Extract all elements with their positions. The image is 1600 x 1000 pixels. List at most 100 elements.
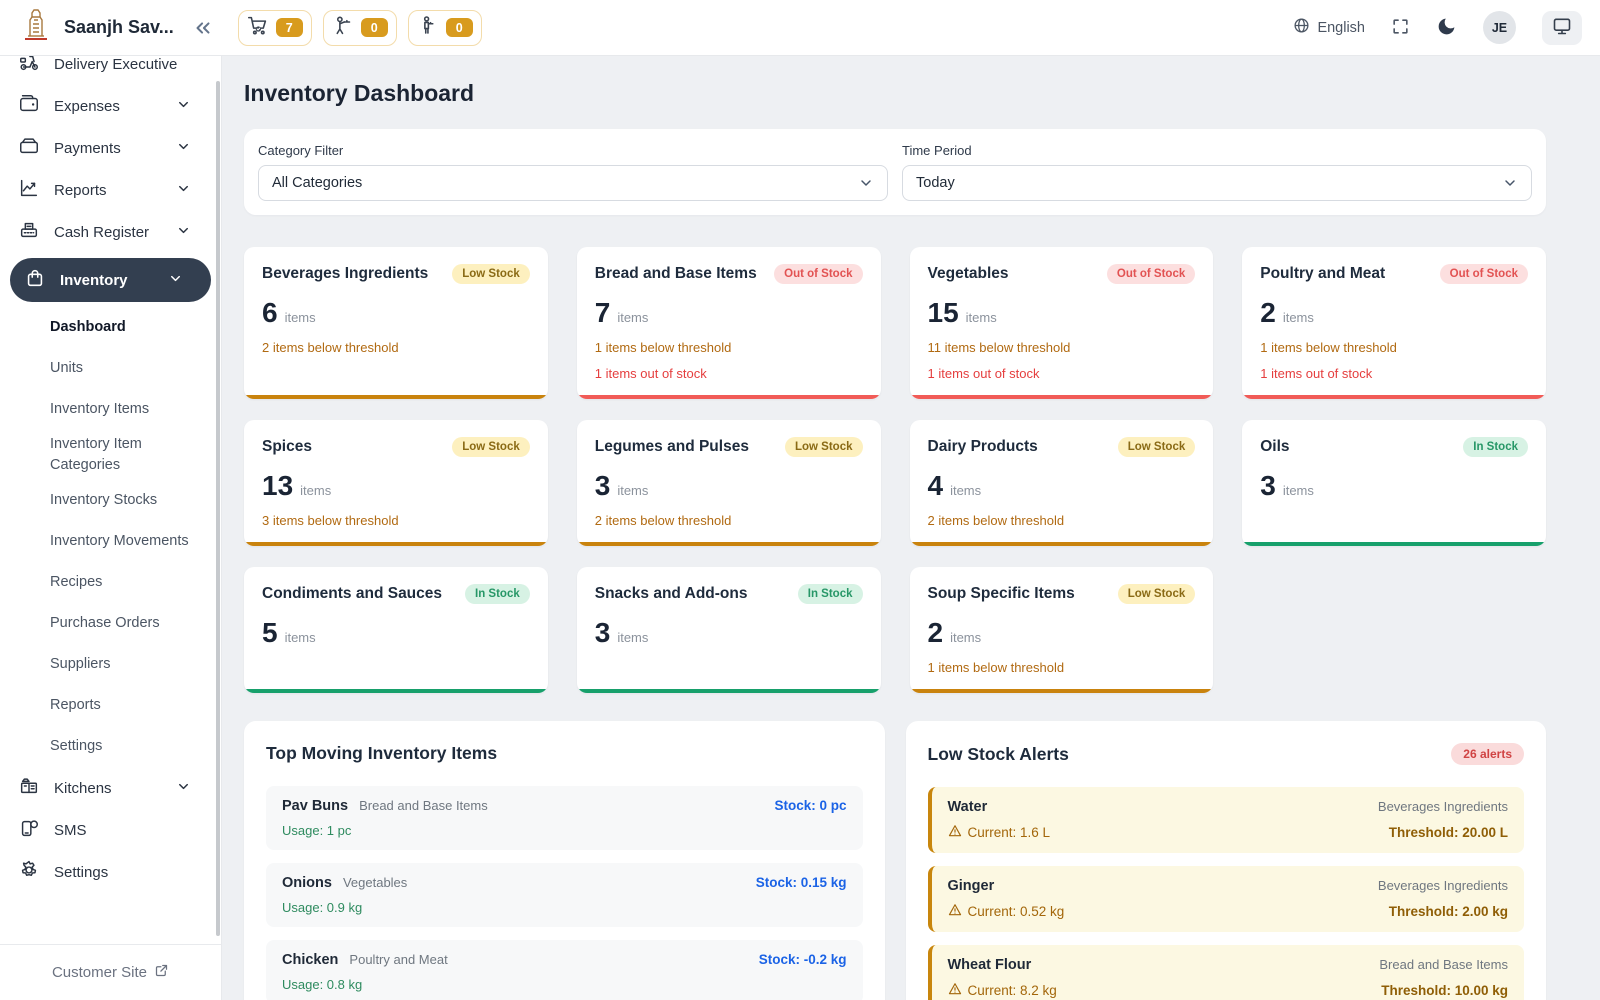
card-title: Soup Specific Items [928, 584, 1075, 603]
sidebar-collapse-icon[interactable] [192, 17, 214, 39]
item-name: Onions [282, 875, 332, 891]
sidebar-item-expenses[interactable]: Expenses [0, 85, 221, 127]
display-mode-button[interactable] [1542, 11, 1582, 45]
category-card-spices: SpicesLow Stock 13items 3 items below th… [244, 420, 548, 546]
alert-current: Current: 0.52 kg [948, 903, 1065, 920]
item-category: Poultry and Meat [349, 952, 447, 967]
alert-current: Current: 8.2 kg [948, 982, 1057, 999]
main-content: Inventory Dashboard Category Filter All … [222, 56, 1600, 1000]
sidebar-item-reports[interactable]: Reports [0, 169, 221, 211]
item-count-suffix: items [617, 630, 648, 645]
language-selector[interactable]: English [1293, 17, 1365, 38]
category-filter-group: Category Filter All Categories [258, 143, 888, 201]
header-actions: English JE [1293, 11, 1582, 45]
chevron-down-icon [176, 779, 205, 798]
time-period-value: Today [916, 175, 955, 191]
filters-card: Category Filter All Categories Time Peri… [244, 129, 1546, 215]
status-bar [1242, 542, 1546, 546]
sms-icon [18, 817, 54, 843]
item-count-suffix: items [1283, 483, 1314, 498]
header-counters: 7 0 0 [238, 10, 482, 46]
alert-threshold: Threshold: 10.00 kg [1381, 983, 1508, 998]
sidebar-item-delivery-executive[interactable]: Delivery Executive [0, 56, 221, 85]
card-title: Spices [262, 437, 312, 456]
alert-current-text: Current: 1.6 L [968, 825, 1051, 840]
item-usage: Usage: 0.9 kg [282, 900, 847, 915]
status-badge: Out of Stock [1107, 264, 1195, 284]
sidebar-subitem-recipes[interactable]: Recipes [0, 562, 221, 603]
sidebar-item-settings[interactable]: Settings [0, 851, 221, 893]
dark-mode-button[interactable] [1436, 16, 1457, 40]
sidebar-item-inventory[interactable]: Inventory [10, 258, 211, 302]
category-card-bread-and-base-items: Bread and Base ItemsOut of Stock 7items … [577, 247, 881, 399]
item-stock: Stock: 0.15 kg [756, 875, 847, 890]
low-stock-alerts-panel: Low Stock Alerts 26 alerts Water Beverag… [906, 721, 1547, 1000]
sidebar-scrollbar[interactable] [216, 81, 220, 936]
subitem-label: Inventory Stocks [50, 490, 157, 511]
item-category: Vegetables [343, 875, 407, 890]
list-item: Onions Vegetables Stock: 0.15 kg Usage: … [266, 863, 863, 927]
item-category: Bread and Base Items [359, 798, 488, 813]
customer-site-link[interactable]: Customer Site [0, 944, 221, 1000]
sidebar-subitem-inventory-item-categories[interactable]: Inventory Item Categories [0, 430, 221, 480]
top-moving-panel: Top Moving Inventory Items Pav Buns Brea… [244, 721, 885, 1000]
sidebar-item-label: Delivery Executive [54, 56, 177, 73]
cart-count: 7 [276, 18, 303, 37]
subitem-label: Inventory Items [50, 399, 149, 420]
sidebar-subitem-suppliers[interactable]: Suppliers [0, 644, 221, 685]
external-link-icon [154, 963, 169, 982]
out-of-stock-line: 1 items out of stock [595, 366, 863, 381]
waiter-icon [332, 15, 353, 41]
sidebar-subitem-settings[interactable]: Settings [0, 726, 221, 767]
cart-counter-button[interactable]: 7 [238, 10, 312, 46]
item-count-suffix: items [300, 483, 331, 498]
sidebar-item-cash-register[interactable]: Cash Register [0, 211, 221, 253]
sidebar-subitem-purchase-orders[interactable]: Purchase Orders [0, 603, 221, 644]
fullscreen-icon [1391, 17, 1410, 39]
category-filter-label: Category Filter [258, 143, 888, 158]
category-filter-select[interactable]: All Categories [258, 165, 888, 201]
category-card-oils: OilsIn Stock 3items [1242, 420, 1546, 546]
subitem-label: Suppliers [50, 654, 110, 675]
alert-current-text: Current: 8.2 kg [968, 983, 1057, 998]
sidebar-item-sms[interactable]: SMS [0, 809, 221, 851]
alert-name: Ginger [948, 878, 995, 894]
category-card-legumes-and-pulses: Legumes and PulsesLow Stock 3items 2 ite… [577, 420, 881, 546]
avatar[interactable]: JE [1483, 11, 1516, 44]
chevron-down-icon [176, 97, 205, 116]
waiter-counter-button[interactable]: 0 [323, 10, 397, 46]
item-count: 6 [262, 297, 278, 329]
language-label: English [1317, 20, 1365, 36]
sidebar-subitem-inventory-items[interactable]: Inventory Items [0, 389, 221, 430]
item-count: 4 [928, 470, 944, 502]
sidebar-item-payments[interactable]: Payments [0, 127, 221, 169]
alert-current: Current: 1.6 L [948, 824, 1051, 841]
app-title: Saanjh Sav... [64, 17, 174, 38]
alert-category: Beverages Ingredients [1378, 799, 1508, 814]
sidebar-item-label: Payments [54, 140, 121, 157]
item-count-suffix: items [285, 310, 316, 325]
fullscreen-button[interactable] [1391, 17, 1410, 39]
moon-icon [1436, 16, 1457, 40]
sidebar-subitem-reports[interactable]: Reports [0, 685, 221, 726]
chevron-down-icon [858, 175, 874, 191]
subitem-label: Purchase Orders [50, 613, 160, 634]
sidebar-subitem-inventory-movements[interactable]: Inventory Movements [0, 521, 221, 562]
item-count-suffix: items [966, 310, 997, 325]
below-threshold-line: 1 items below threshold [1260, 340, 1528, 355]
sidebar: Delivery Executive Expenses Payments [0, 56, 222, 1000]
sidebar-subitem-inventory-stocks[interactable]: Inventory Stocks [0, 480, 221, 521]
sidebar-subitem-units[interactable]: Units [0, 348, 221, 389]
customer-site-label: Customer Site [52, 964, 147, 981]
status-bar [244, 542, 548, 546]
warning-icon [948, 982, 962, 999]
chart-icon [18, 177, 54, 203]
status-badge: In Stock [465, 584, 530, 604]
sidebar-subitem-dashboard[interactable]: Dashboard [0, 307, 221, 348]
sidebar-item-kitchens[interactable]: Kitchens [0, 767, 221, 809]
time-period-select[interactable]: Today [902, 165, 1532, 201]
cash-register-icon [18, 219, 54, 245]
alert-row: Wheat Flour Bread and Base Items Current… [928, 945, 1525, 1000]
status-badge: Low Stock [1118, 437, 1196, 457]
person-counter-button[interactable]: 0 [408, 10, 482, 46]
